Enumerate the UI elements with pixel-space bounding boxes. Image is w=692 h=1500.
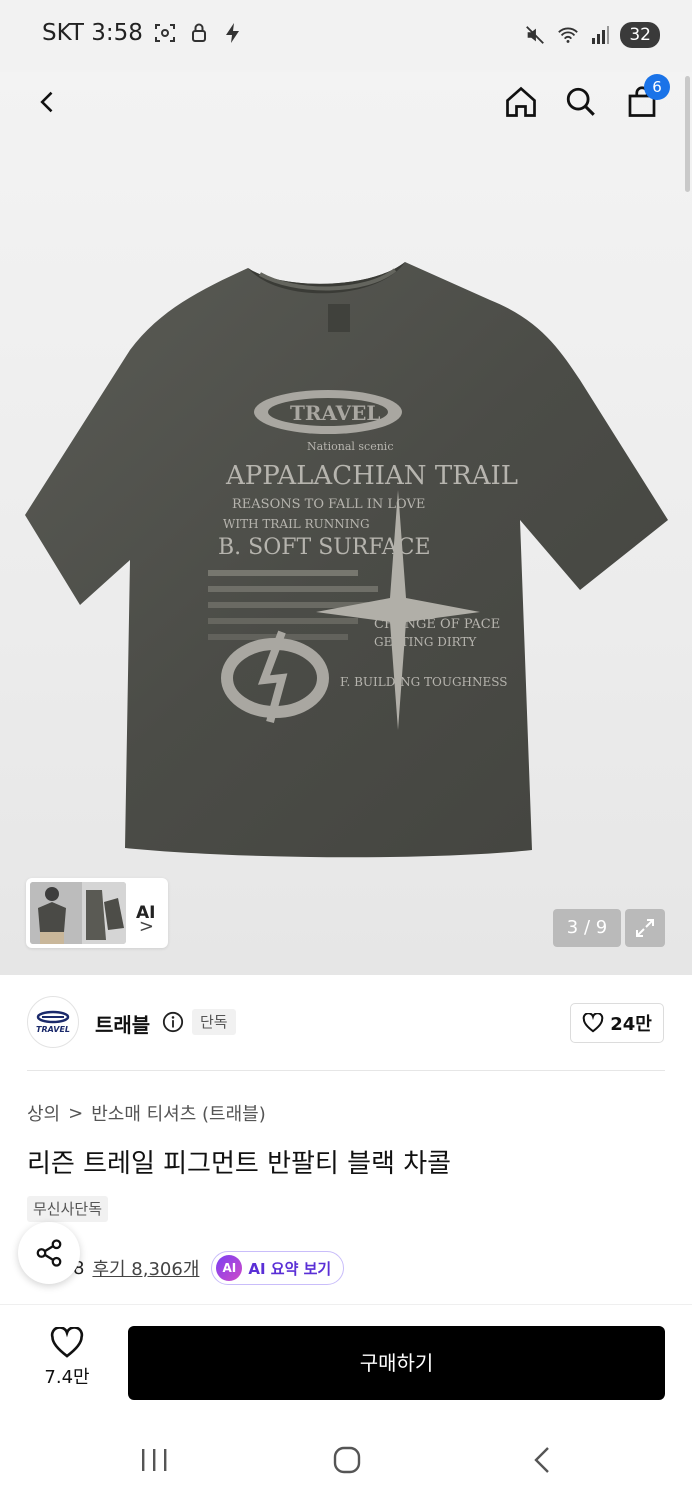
bottom-action-bar: 7.4만 구매하기 bbox=[0, 1304, 692, 1418]
system-nav-bar bbox=[0, 1418, 692, 1500]
breadcrumb-subcategory[interactable]: 반소매 티셔츠 (트래블) bbox=[91, 1100, 266, 1126]
back-nav-button[interactable] bbox=[518, 1440, 566, 1480]
brand-like-button[interactable]: 24만 bbox=[570, 1003, 664, 1043]
share-icon bbox=[36, 1239, 62, 1267]
print-line4: WITH TRAIL RUNNING bbox=[223, 517, 370, 531]
carrier-time: SKT 3:58 bbox=[42, 20, 143, 46]
home-button[interactable] bbox=[497, 78, 545, 126]
info-icon[interactable] bbox=[162, 1011, 184, 1033]
wishlist-button[interactable]: 7.4만 bbox=[27, 1327, 107, 1397]
expand-button[interactable] bbox=[625, 909, 665, 947]
svg-text:TRAVEL: TRAVEL bbox=[290, 401, 380, 425]
search-button[interactable] bbox=[557, 78, 605, 126]
buy-button[interactable]: 구매하기 bbox=[128, 1326, 665, 1400]
status-right: 32 bbox=[524, 22, 660, 48]
charging-icon bbox=[225, 23, 239, 43]
brand-name[interactable]: 트래블 bbox=[95, 1009, 150, 1038]
print-line7: GETTING DIRTY bbox=[374, 635, 477, 649]
status-left: SKT 3:58 bbox=[42, 20, 245, 46]
recent-apps-button[interactable] bbox=[130, 1440, 178, 1480]
print-line2: APPALACHIAN TRAIL bbox=[225, 461, 518, 491]
home-nav-button[interactable] bbox=[323, 1440, 371, 1480]
recent-apps-icon bbox=[142, 1449, 167, 1471]
ai-summary-button[interactable]: AI AI 요약 보기 bbox=[211, 1251, 345, 1285]
chevron-left-icon bbox=[40, 91, 53, 113]
heart-icon bbox=[582, 1013, 604, 1033]
chevron-right-icon: > bbox=[138, 916, 154, 937]
brand-like-count: 24만 bbox=[610, 1014, 652, 1035]
screenshot-icon bbox=[154, 24, 175, 42]
ai-thumbnail-image bbox=[30, 882, 126, 944]
top-nav: 6 bbox=[0, 72, 692, 136]
brand-logo-text: TRAVEL bbox=[35, 1025, 71, 1034]
home-circle-icon bbox=[333, 1446, 361, 1474]
product-title: 리즌 트레일 피그먼트 반팔티 블랙 차콜 bbox=[27, 1149, 452, 1179]
share-button[interactable] bbox=[18, 1222, 80, 1284]
cart-button[interactable]: 6 bbox=[618, 74, 670, 126]
back-chevron-icon bbox=[534, 1447, 549, 1473]
ai-summary-label: AI 요약 보기 bbox=[248, 1259, 332, 1278]
image-pager: 3 / 9 bbox=[553, 909, 621, 947]
wishlist-count: 7.4만 bbox=[44, 1367, 90, 1388]
brand-row: TRAVEL 트래블 단독 24만 bbox=[0, 976, 692, 1070]
tshirt-graphic: TRAVEL National scenic APPALACHIAN TRAIL… bbox=[25, 262, 668, 858]
exclusive-badge: 단독 bbox=[192, 1009, 236, 1035]
print-line8: F. BUILDING TOUGHNESS bbox=[340, 675, 507, 689]
travel-logo-icon bbox=[36, 1010, 70, 1024]
cart-count-badge: 6 bbox=[644, 74, 670, 100]
product-gallery[interactable]: 6 TRAVEL National scenic APPALACHIAN TRA… bbox=[0, 72, 692, 975]
signal-icon bbox=[592, 26, 610, 44]
product-image[interactable]: TRAVEL National scenic APPALACHIAN TRAIL… bbox=[20, 260, 672, 860]
breadcrumb-category[interactable]: 상의 bbox=[27, 1100, 60, 1126]
lock-icon bbox=[191, 23, 206, 42]
ai-badge-icon: AI bbox=[216, 1255, 243, 1281]
print-line1: National scenic bbox=[307, 440, 393, 453]
divider bbox=[27, 1070, 665, 1071]
status-bar: SKT 3:58 32 bbox=[0, 0, 692, 72]
wifi-icon bbox=[558, 27, 579, 43]
print-line3: REASONS TO FALL IN LOVE bbox=[232, 497, 425, 512]
heart-icon bbox=[50, 1327, 84, 1358]
search-icon bbox=[566, 87, 595, 116]
breadcrumb-separator: > bbox=[68, 1102, 84, 1124]
battery-indicator: 32 bbox=[620, 22, 660, 48]
expand-icon bbox=[636, 919, 654, 937]
brand-logo[interactable]: TRAVEL bbox=[27, 996, 79, 1048]
breadcrumb: 상의 > 반소매 티셔츠 (트래블) bbox=[27, 1100, 266, 1126]
ai-fitting-thumbnail[interactable]: AI > bbox=[26, 878, 168, 948]
review-count-link[interactable]: 후기 8,306개 bbox=[92, 1255, 199, 1281]
home-icon bbox=[506, 86, 536, 117]
mute-icon bbox=[526, 26, 545, 44]
back-button[interactable] bbox=[24, 78, 72, 126]
store-exclusive-tag: 무신사단독 bbox=[27, 1196, 109, 1222]
